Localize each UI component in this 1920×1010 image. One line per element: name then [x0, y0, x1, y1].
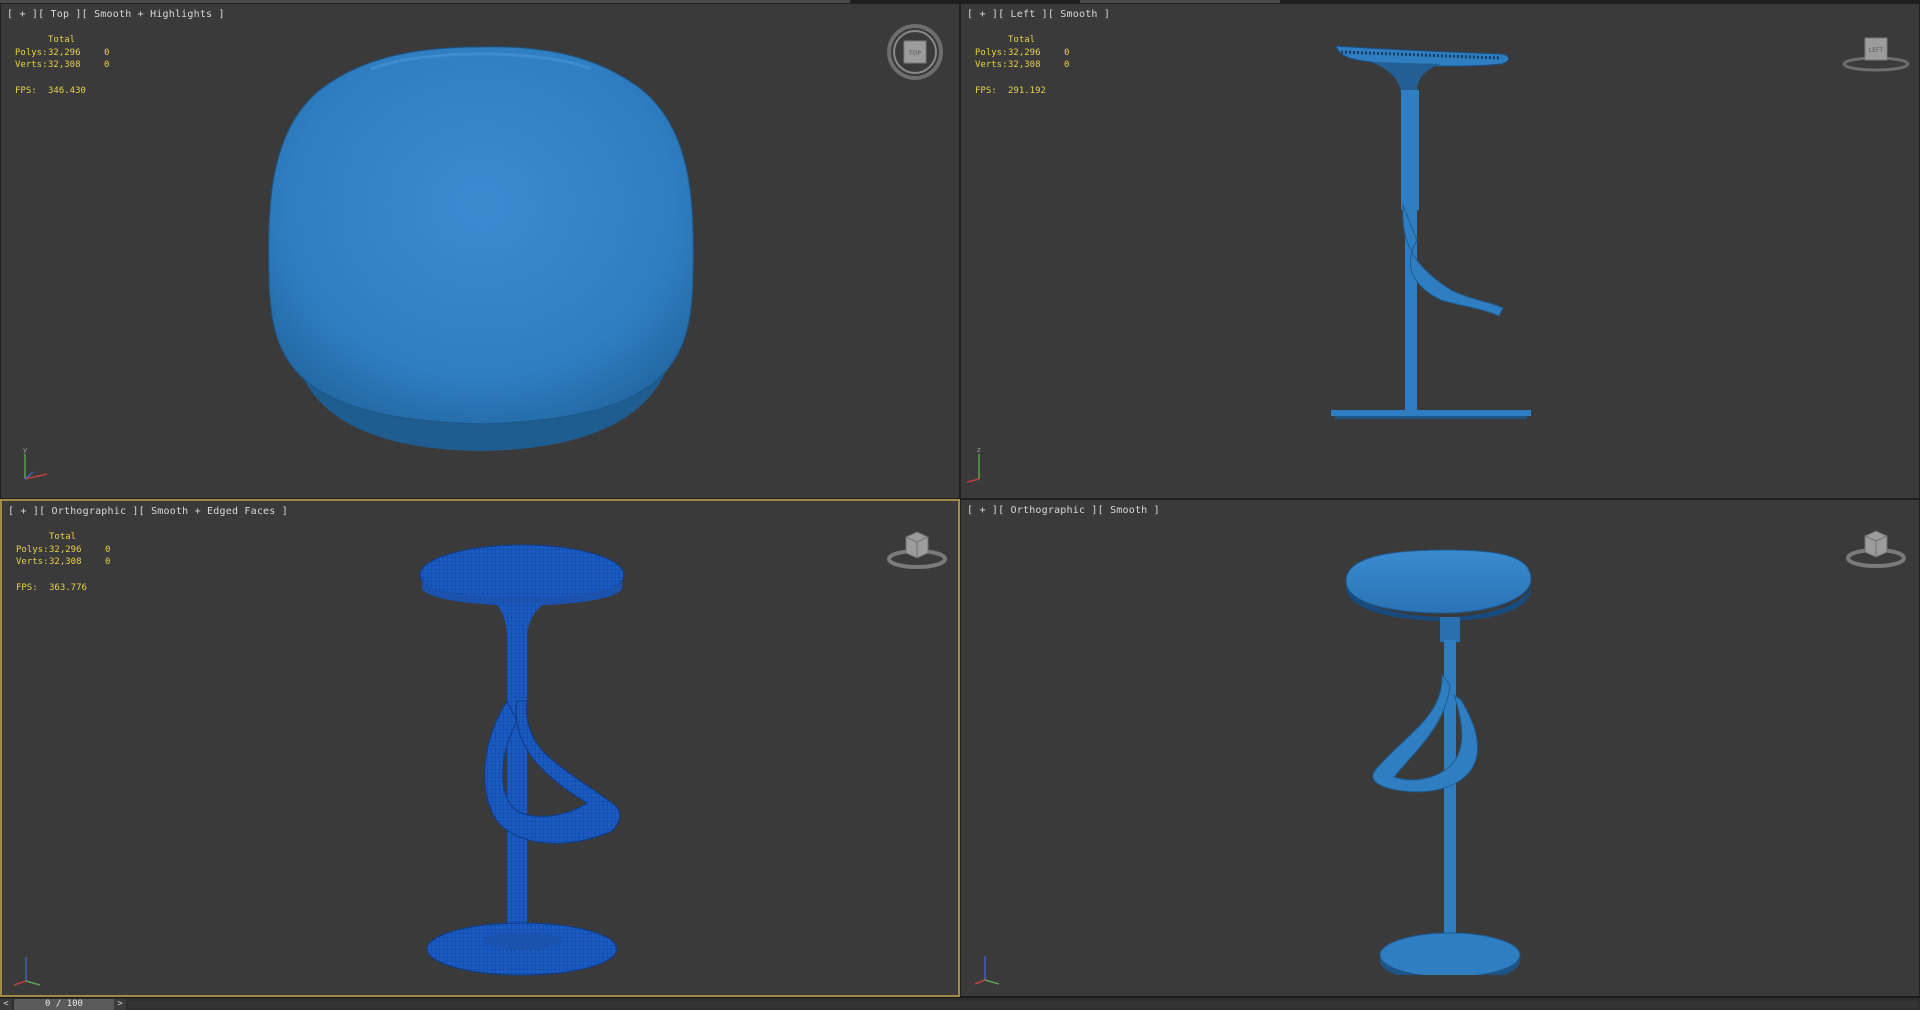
verts-selected: 0 [105, 557, 111, 567]
svg-text:z: z [977, 446, 981, 454]
time-slider-bar: < 0 / 100 > [0, 997, 1920, 1010]
stool-wireframe-model[interactable] [407, 541, 647, 981]
viewport-orthographic-edged[interactable]: [ + ][ Orthographic ][ Smooth + Edged Fa… [0, 499, 960, 997]
time-slider-track[interactable] [128, 1001, 1918, 1008]
viewport-orthographic-smooth[interactable]: [ + ][ Orthographic ][ Smooth ] [960, 499, 1920, 997]
svg-text:y: y [23, 446, 27, 454]
polys-total: 32,296 [1008, 47, 1041, 58]
viewport-label[interactable]: [ + ][ Left ][ Smooth ] [967, 9, 1110, 20]
verts-selected: 0 [104, 60, 110, 70]
stats-header: Total [48, 35, 76, 45]
viewcube-icon[interactable]: LEFT [1841, 26, 1911, 76]
verts-total: 32,308 [1008, 60, 1041, 70]
verts-total: 32,308 [49, 557, 82, 567]
fps-value: 346.430 [48, 85, 86, 96]
axis-tripod-icon [974, 956, 1000, 985]
stool-top-view-model[interactable] [251, 39, 711, 469]
viewcube-face-label: LEFT [1869, 47, 1883, 54]
fps-value: 363.776 [49, 582, 87, 593]
polys-selected: 0 [105, 544, 111, 555]
fps-label: FPS: [15, 85, 37, 96]
viewcube-icon[interactable]: TOP [885, 22, 945, 82]
statistics-overlay: Total Polys: 32,296 0 Verts: 32,308 0 FP… [975, 34, 1069, 97]
viewport-left[interactable]: [ + ][ Left ][ Smooth ] Total Polys: 32,… [960, 3, 1920, 499]
viewport-label[interactable]: [ + ][ Orthographic ][ Smooth ] [967, 505, 1160, 516]
polys-selected: 0 [104, 47, 110, 58]
verts-total: 32,308 [48, 60, 81, 70]
axis-tripod-icon: z [966, 446, 981, 483]
next-frame-button[interactable]: > [114, 999, 126, 1010]
axis-tripod-icon: y [23, 446, 48, 480]
max-viewport-layout: [ + ][ Top ][ Smooth + Highlights ] Tota… [0, 0, 1920, 1010]
verts-label: Verts: [15, 60, 48, 70]
verts-label: Verts: [16, 557, 49, 567]
viewport-top[interactable]: [ + ][ Top ][ Smooth + Highlights ] Tota… [0, 3, 960, 499]
viewcube-icon[interactable] [882, 523, 952, 573]
polys-total: 32,296 [48, 47, 81, 58]
polys-label: Polys: [15, 47, 48, 58]
statistics-overlay: Total Polys: 32,296 0 Verts: 32,308 0 FP… [15, 34, 109, 97]
polys-total: 32,296 [49, 544, 82, 555]
previous-frame-button[interactable]: < [0, 999, 12, 1010]
verts-label: Verts: [975, 60, 1008, 70]
stool-shaded-model[interactable] [1336, 545, 1556, 975]
statistics-overlay: Total Polys: 32,296 0 Verts: 32,308 0 FP… [16, 531, 110, 594]
fps-label: FPS: [975, 85, 997, 96]
viewcube-face-label: TOP [908, 50, 921, 57]
polys-selected: 0 [1064, 47, 1070, 58]
viewport-label[interactable]: [ + ][ Top ][ Smooth + Highlights ] [7, 9, 225, 20]
fps-label: FPS: [16, 582, 38, 593]
polys-label: Polys: [975, 47, 1008, 58]
polys-label: Polys: [16, 544, 49, 555]
stats-header: Total [49, 532, 77, 542]
verts-selected: 0 [1064, 60, 1070, 70]
viewcube-icon[interactable] [1841, 522, 1911, 572]
fps-value: 291.192 [1008, 85, 1046, 96]
viewport-label[interactable]: [ + ][ Orthographic ][ Smooth + Edged Fa… [8, 506, 288, 517]
time-slider-thumb[interactable]: 0 / 100 [14, 999, 114, 1010]
stool-left-view-model[interactable] [1331, 40, 1571, 470]
stats-header: Total [1008, 35, 1036, 45]
axis-tripod-icon [13, 957, 41, 986]
